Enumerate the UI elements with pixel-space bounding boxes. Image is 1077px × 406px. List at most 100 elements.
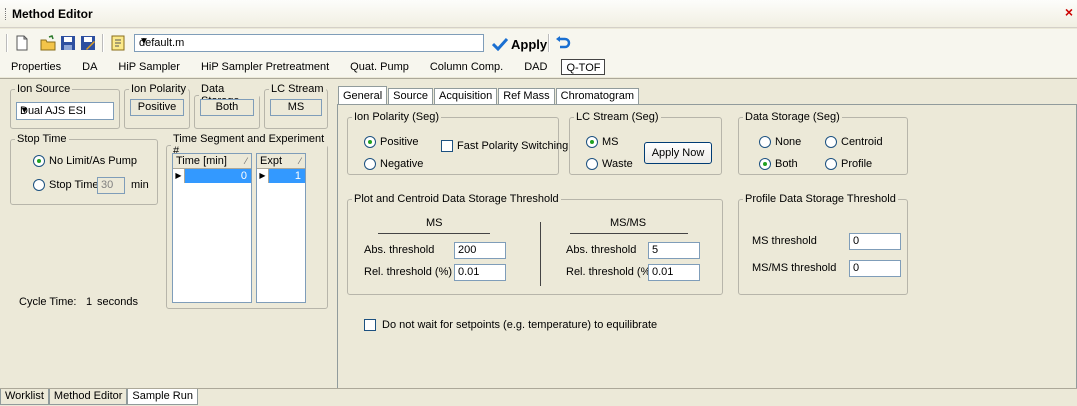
cycle-time-unit: seconds — [97, 296, 138, 308]
tab-general[interactable]: General — [338, 86, 388, 105]
threshold-divider — [540, 222, 541, 286]
apply-button[interactable]: Apply — [492, 34, 547, 54]
stop-time-radio[interactable] — [33, 179, 45, 191]
stop-time-group: Stop Time — [10, 133, 158, 205]
tab-ref-mass[interactable]: Ref Mass — [498, 88, 555, 105]
row-pointer-icon: ▶ — [173, 169, 185, 183]
row-pointer-icon: ▶ — [257, 169, 269, 183]
centroid-label: Centroid — [841, 136, 883, 148]
expt-grid[interactable]: Expt ⁄ ▶ 1 — [256, 153, 306, 303]
msms-rel-label: Rel. threshold (%) — [566, 266, 655, 278]
msms-threshold-input[interactable]: 0 — [849, 260, 901, 277]
lc-stream-value: MS — [270, 99, 322, 116]
ion-polarity-value: Positive — [130, 99, 184, 116]
positive-radio[interactable] — [364, 136, 376, 148]
tab-hip-sampler[interactable]: HiP Sampler — [107, 59, 190, 75]
toolbar: default.m ▼ Apply — [0, 29, 1077, 57]
fast-polarity-label: Fast Polarity Switching — [457, 140, 569, 152]
save-as-icon[interactable] — [80, 35, 96, 51]
centroid-radio[interactable] — [825, 136, 837, 148]
ion-polarity-seg-label: Ion Polarity (Seg) — [354, 111, 439, 123]
time-column-label: Time [min] — [176, 155, 227, 167]
table-row[interactable]: ▶ 1 — [257, 169, 305, 183]
equilibrate-label: Do not wait for setpoints (e.g. temperat… — [382, 319, 658, 331]
expt-column-header[interactable]: Expt ⁄ — [257, 154, 305, 169]
chevron-down-icon[interactable]: ▼ — [20, 105, 110, 115]
no-limit-label: No Limit/As Pump — [49, 155, 138, 167]
undo-icon[interactable] — [555, 35, 571, 51]
ms-radio[interactable] — [586, 136, 598, 148]
ms-label: MS — [602, 136, 619, 148]
tab-q-tof[interactable]: Q-TOF — [561, 59, 606, 75]
negative-radio[interactable] — [364, 158, 376, 170]
tab-quat-pump[interactable]: Quat. Pump — [339, 59, 419, 75]
fast-polarity-checkbox[interactable] — [441, 140, 453, 152]
chevron-down-icon[interactable]: ▼ — [139, 36, 479, 47]
q-tof-panel: Ion Source Dual AJS ESI ▼ Ion Polarity P… — [0, 78, 1077, 389]
bottom-tabs: Worklist Method Editor Sample Run — [0, 388, 1077, 406]
tab-source[interactable]: Source — [388, 88, 433, 105]
save-icon[interactable] — [60, 35, 76, 51]
method-file-combo[interactable]: default.m ▼ — [134, 34, 484, 52]
ms-threshold-input[interactable]: 0 — [849, 233, 901, 250]
tab-dad[interactable]: DAD — [513, 59, 557, 75]
both-radio[interactable] — [759, 158, 771, 170]
module-tabs: Properties DA HiP Sampler HiP Sampler Pr… — [0, 57, 1077, 77]
both-label: Both — [775, 158, 798, 170]
tab-da[interactable]: DA — [71, 59, 107, 75]
tab-chromatogram[interactable]: Chromatogram — [555, 88, 640, 105]
ms-rel-label: Rel. threshold (%) — [364, 266, 453, 278]
time-cell[interactable]: 0 — [185, 169, 251, 183]
inner-tabs: General Source Acquisition Ref Mass Chro… — [338, 86, 640, 105]
data-storage-seg-label: Data Storage (Seg) — [745, 111, 840, 123]
open-folder-icon[interactable] — [40, 35, 56, 51]
tab-worklist[interactable]: Worklist — [0, 389, 49, 405]
lc-stream-seg-label: LC Stream (Seg) — [576, 111, 659, 123]
ms-abs-label: Abs. threshold — [364, 244, 435, 256]
profile-radio[interactable] — [825, 158, 837, 170]
waste-radio[interactable] — [586, 158, 598, 170]
msms-threshold-label: MS/MS threshold — [752, 262, 837, 274]
ms-abs-input[interactable]: 200 — [454, 242, 506, 259]
stop-time-label: Stop Time — [17, 133, 67, 145]
msms-header-underline — [570, 233, 688, 234]
table-row[interactable]: ▶ 0 — [173, 169, 251, 183]
cycle-time-value: 1 — [86, 296, 93, 308]
sort-icon: ⁄ — [299, 156, 301, 166]
none-label: None — [775, 136, 802, 148]
tab-method-editor[interactable]: Method Editor — [48, 389, 128, 405]
waste-label: Waste — [602, 158, 633, 170]
apply-now-button[interactable]: Apply Now — [644, 142, 712, 164]
close-icon[interactable]: × — [1065, 4, 1073, 20]
plot-threshold-label: Plot and Centroid Data Storage Threshold — [354, 193, 559, 205]
time-grid[interactable]: Time [min] ⁄ ▶ 0 — [172, 153, 252, 303]
stop-time-input[interactable]: 30 — [97, 177, 125, 194]
tab-acquisition[interactable]: Acquisition — [434, 88, 498, 105]
checkmark-icon — [492, 37, 508, 51]
ms-rel-input[interactable]: 0.01 — [454, 264, 506, 281]
tab-column-comp[interactable]: Column Comp. — [419, 59, 513, 75]
equilibrate-checkbox[interactable] — [364, 319, 376, 331]
tab-properties[interactable]: Properties — [0, 59, 71, 75]
tab-sample-run[interactable]: Sample Run — [127, 389, 198, 405]
positive-label: Positive — [380, 136, 419, 148]
msms-abs-label: Abs. threshold — [566, 244, 637, 256]
tab-hip-sampler-pretreatment[interactable]: HiP Sampler Pretreatment — [190, 59, 339, 75]
profile-threshold-label: Profile Data Storage Threshold — [745, 193, 896, 205]
grip-handle[interactable] — [5, 8, 7, 20]
toolbar-separator — [102, 34, 104, 52]
report-icon[interactable] — [110, 35, 126, 51]
title-bar: Method Editor × — [0, 0, 1077, 28]
lc-stream-label: LC Stream — [271, 83, 324, 95]
expt-cell[interactable]: 1 — [269, 169, 305, 183]
no-limit-radio[interactable] — [33, 155, 45, 167]
stop-time-unit: min — [131, 179, 149, 191]
ion-source-select[interactable]: Dual AJS ESI ▼ — [16, 102, 114, 120]
new-file-icon[interactable] — [14, 35, 30, 51]
none-radio[interactable] — [759, 136, 771, 148]
ms-threshold-label: MS threshold — [752, 235, 817, 247]
msms-rel-input[interactable]: 0.01 — [648, 264, 700, 281]
time-column-header[interactable]: Time [min] ⁄ — [173, 154, 251, 169]
msms-abs-input[interactable]: 5 — [648, 242, 700, 259]
toolbar-separator — [548, 34, 550, 52]
